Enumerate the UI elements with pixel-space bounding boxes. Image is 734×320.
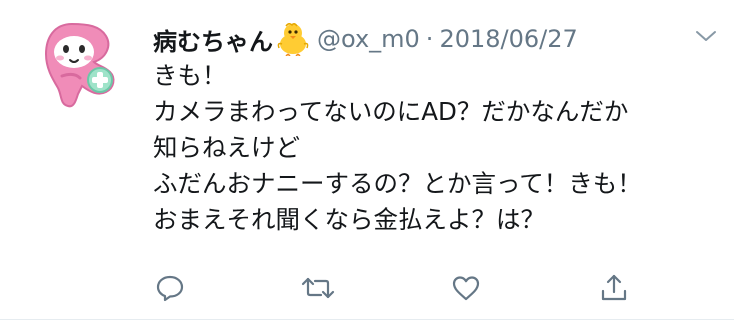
display-name[interactable]: 病むちゃん — [153, 22, 273, 57]
user-handle[interactable]: @ox_m0 — [317, 25, 420, 53]
tweet-card[interactable]: 病むちゃん @ox_m0 · 2018/06/27 きも！ カメラまわってないの… — [0, 0, 734, 320]
avatar[interactable] — [34, 16, 126, 112]
tweet-text-line: おまえそれ聞くなら金払えよ？は？ — [153, 205, 545, 234]
tweet-text: きも！ カメラまわってないのにAD？だかなんだか 知らねえけど ふだんおナニーす… — [153, 58, 713, 238]
retweet-icon — [301, 277, 335, 299]
baby-chick-icon — [277, 22, 309, 56]
share-button[interactable] — [597, 270, 631, 306]
reply-icon — [156, 275, 184, 302]
tweet-text-line: きも！ — [153, 61, 227, 90]
tweet-date[interactable]: 2018/06/27 — [439, 25, 577, 53]
like-button[interactable] — [449, 270, 483, 306]
retweet-button[interactable] — [301, 270, 335, 306]
tweet-text-line: カメラまわってないのにAD？だかなんだか — [153, 97, 629, 126]
reply-button[interactable] — [153, 270, 187, 306]
tweet-text-line: ふだんおナニーするの？とか言って！きも！ — [153, 169, 642, 198]
chevron-down-icon[interactable] — [694, 28, 718, 44]
tweet-header: 病むちゃん @ox_m0 · 2018/06/27 — [153, 20, 578, 58]
header-separator: · — [425, 25, 434, 53]
tweet-text-line: 知らねえけど — [153, 133, 300, 162]
tweet-actions — [153, 270, 633, 306]
share-icon — [601, 274, 627, 301]
heart-icon — [452, 276, 480, 301]
